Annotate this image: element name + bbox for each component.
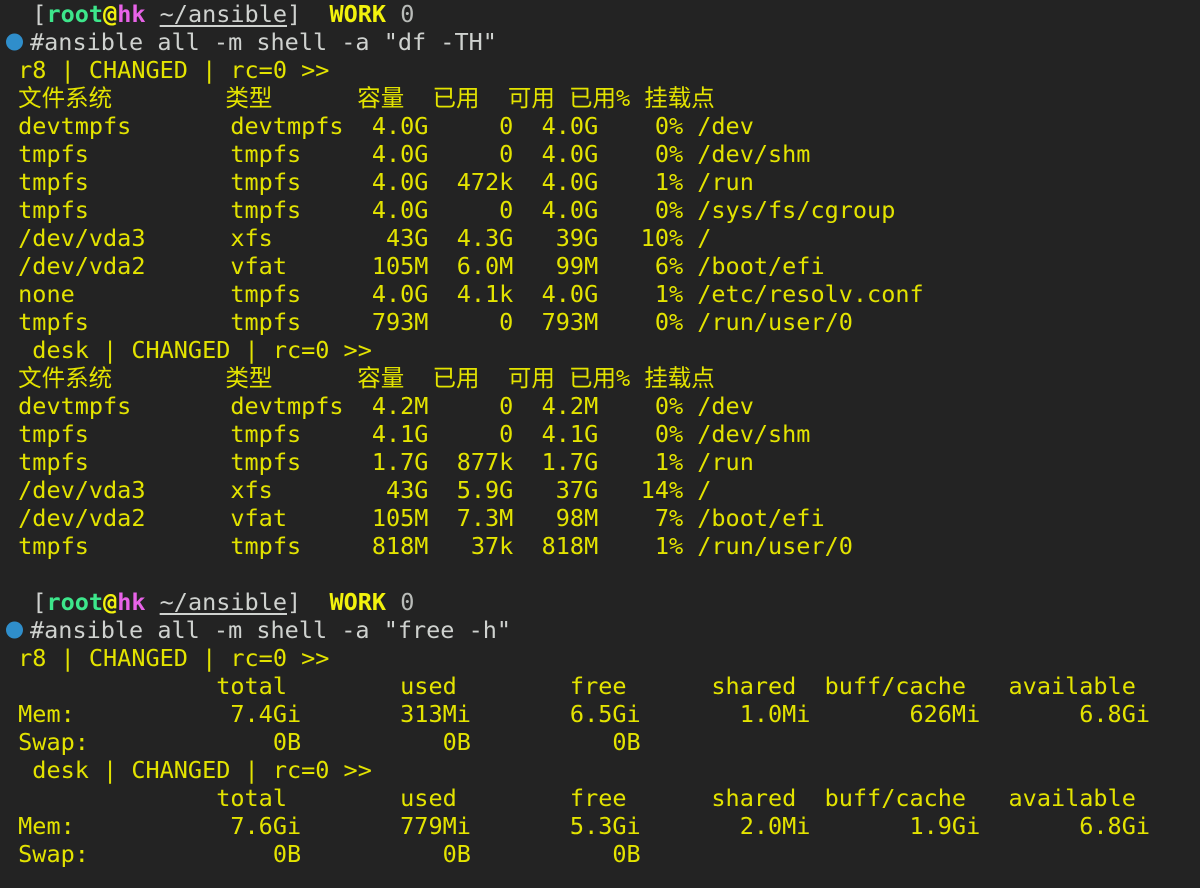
result-header-1-1: desk | CHANGED | rc=0 >> [0,756,1200,784]
table-header-0-1: 文件系统 类型 容量 已用 可用 已用% 挂载点 [0,364,1200,392]
table-row-0-0-5: /dev/vda2 vfat 105M 6.0M 99M 6% /boot/ef… [0,252,1200,280]
prompt-at: @ [103,588,118,616]
prompt-path: ~/ansible [159,0,287,28]
prompt-exit-code: 0 [386,0,415,28]
result-header-1-0-text: r8 | CHANGED | rc=0 >> [4,644,330,672]
table-row-0-0-6-text: none tmpfs 4.0G 4.1k 4.0G 1% /etc/resolv… [4,280,924,308]
table-header-0-1-text: 文件系统 类型 容量 已用 可用 已用% 挂载点 [4,364,715,392]
table-row-0-0-3-text: tmpfs tmpfs 4.0G 0 4.0G 0% /sys/fs/cgrou… [4,196,896,224]
table-row-0-0-4: /dev/vda3 xfs 43G 4.3G 39G 10% / [0,224,1200,252]
table-row-1-0-0-text: Mem: 7.4Gi 313Mi 6.5Gi 1.0Mi 626Mi 6.8Gi [4,700,1151,728]
table-row-1-1-1: Swap: 0B 0B 0B [0,840,1200,868]
prompt-work-label: WORK [329,588,387,616]
table-row-0-1-5: tmpfs tmpfs 818M 37k 818M 1% /run/user/0 [0,532,1200,560]
prompt-line-0: [root@hk ~/ansible] WORK 0 [0,0,1200,28]
prompt-gap [301,0,329,28]
prompt-host: hk [117,588,146,616]
prompt-indent [4,588,32,616]
prompt-user: root [46,0,104,28]
prompt-bracket-open: [ [32,0,47,28]
table-row-0-0-5-text: /dev/vda2 vfat 105M 6.0M 99M 6% /boot/ef… [4,252,825,280]
table-row-1-1-0-text: Mem: 7.6Gi 779Mi 5.3Gi 2.0Mi 1.9Gi 6.8Gi [4,812,1151,840]
table-row-0-1-0: devtmpfs devtmpfs 4.2M 0 4.2M 0% /dev [0,392,1200,420]
table-row-0-0-6: none tmpfs 4.0G 4.1k 4.0G 1% /etc/resolv… [0,280,1200,308]
result-header-0-0: r8 | CHANGED | rc=0 >> [0,56,1200,84]
table-header-1-0-text: total used free shared buff/cache availa… [4,672,1136,700]
table-row-0-1-3: /dev/vda3 xfs 43G 5.9G 37G 14% / [0,476,1200,504]
command-line-0[interactable]: #ansible all -m shell -a "df -TH" [0,28,1200,56]
table-row-0-0-4-text: /dev/vda3 xfs 43G 4.3G 39G 10% / [4,224,712,252]
table-row-0-0-7-text: tmpfs tmpfs 793M 0 793M 0% /run/user/0 [4,308,853,336]
table-row-0-1-2-text: tmpfs tmpfs 1.7G 877k 1.7G 1% /run [4,448,754,476]
prompt-bracket-close: ] [287,588,302,616]
command-line-1[interactable]: #ansible all -m shell -a "free -h" [0,616,1200,644]
table-row-1-0-1: Swap: 0B 0B 0B [0,728,1200,756]
table-header-0-0-text: 文件系统 类型 容量 已用 可用 已用% 挂载点 [4,84,715,112]
table-row-0-0-1-text: tmpfs tmpfs 4.0G 0 4.0G 0% /dev/shm [4,140,811,168]
table-row-0-1-0-text: devtmpfs devtmpfs 4.2M 0 4.2M 0% /dev [4,392,754,420]
table-row-0-0-1: tmpfs tmpfs 4.0G 0 4.0G 0% /dev/shm [0,140,1200,168]
table-row-1-0-0: Mem: 7.4Gi 313Mi 6.5Gi 1.0Mi 626Mi 6.8Gi [0,700,1200,728]
result-header-1-1-text: desk | CHANGED | rc=0 >> [4,756,372,784]
table-row-0-1-1-text: tmpfs tmpfs 4.1G 0 4.1G 0% /dev/shm [4,420,811,448]
table-header-0-0: 文件系统 类型 容量 已用 可用 已用% 挂载点 [0,84,1200,112]
terminal-window[interactable]: [root@hk ~/ansible] WORK 0 #ansible all -… [0,0,1200,888]
table-row-0-1-3-text: /dev/vda3 xfs 43G 5.9G 37G 14% / [4,476,712,504]
prompt-exit-code: 0 [386,588,415,616]
table-row-0-0-7: tmpfs tmpfs 793M 0 793M 0% /run/user/0 [0,308,1200,336]
table-row-0-1-4-text: /dev/vda2 vfat 105M 7.3M 98M 7% /boot/ef… [4,504,825,532]
prompt-user: root [46,588,104,616]
table-row-0-1-4: /dev/vda2 vfat 105M 7.3M 98M 7% /boot/ef… [0,504,1200,532]
status-bullet-icon [6,621,23,639]
table-header-1-0: total used free shared buff/cache availa… [0,672,1200,700]
table-header-1-1-text: total used free shared buff/cache availa… [4,784,1136,812]
prompt-gap [301,588,329,616]
table-header-1-1: total used free shared buff/cache availa… [0,784,1200,812]
table-row-1-0-1-text: Swap: 0B 0B 0B [4,728,641,756]
result-header-1-0: r8 | CHANGED | rc=0 >> [0,644,1200,672]
result-header-0-1: desk | CHANGED | rc=0 >> [0,336,1200,364]
result-header-0-1-text: desk | CHANGED | rc=0 >> [4,336,372,364]
table-row-0-1-5-text: tmpfs tmpfs 818M 37k 818M 1% /run/user/0 [4,532,853,560]
table-row-0-1-1: tmpfs tmpfs 4.1G 0 4.1G 0% /dev/shm [0,420,1200,448]
table-row-0-0-0-text: devtmpfs devtmpfs 4.0G 0 4.0G 0% /dev [4,112,754,140]
table-row-0-0-3: tmpfs tmpfs 4.0G 0 4.0G 0% /sys/fs/cgrou… [0,196,1200,224]
status-bullet-icon [6,33,23,51]
result-header-0-0-text: r8 | CHANGED | rc=0 >> [4,56,330,84]
prompt-line-1: [root@hk ~/ansible] WORK 0 [0,588,1200,616]
prompt-at: @ [103,0,118,28]
table-row-1-1-0: Mem: 7.6Gi 779Mi 5.3Gi 2.0Mi 1.9Gi 6.8Gi [0,812,1200,840]
table-row-0-1-2: tmpfs tmpfs 1.7G 877k 1.7G 1% /run [0,448,1200,476]
prompt-path: ~/ansible [159,588,287,616]
prompt-indent [4,0,32,28]
prompt-host: hk [117,0,146,28]
command-text: #ansible all -m shell -a "free -h" [30,616,512,644]
prompt-bracket-open: [ [32,588,47,616]
table-row-0-0-2: tmpfs tmpfs 4.0G 472k 4.0G 1% /run [0,168,1200,196]
command-text: #ansible all -m shell -a "df -TH" [30,28,497,56]
table-row-1-1-1-text: Swap: 0B 0B 0B [4,840,641,868]
prompt-work-label: WORK [329,0,387,28]
table-row-0-0-2-text: tmpfs tmpfs 4.0G 472k 4.0G 1% /run [4,168,754,196]
prompt-bracket-close: ] [287,0,302,28]
table-row-0-0-0: devtmpfs devtmpfs 4.0G 0 4.0G 0% /dev [0,112,1200,140]
